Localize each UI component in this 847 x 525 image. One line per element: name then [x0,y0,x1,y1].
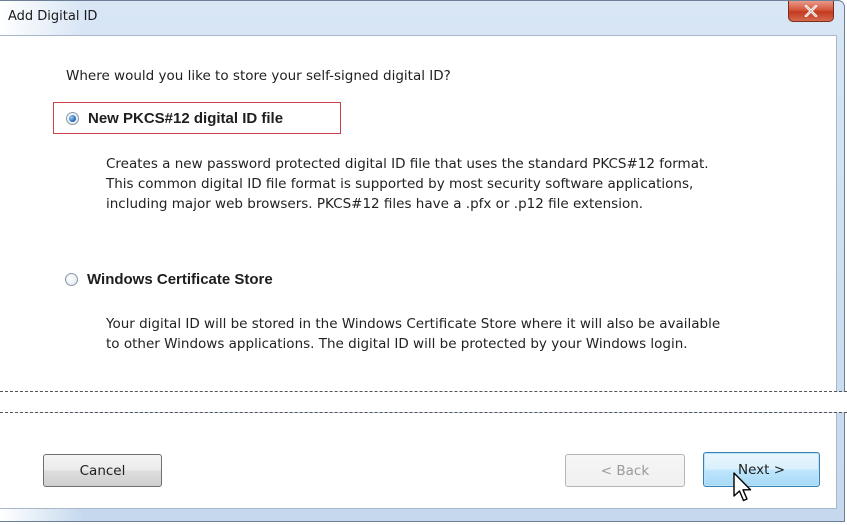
description-line: to other Windows applications. The digit… [106,336,688,352]
radio-unselected-icon[interactable] [65,273,78,286]
description-line: including major web browsers. PKCS#12 fi… [106,196,644,212]
close-icon [804,5,818,17]
tear-line-top [0,391,847,392]
option-windows-certificate-store[interactable]: Windows Certificate Store [65,271,273,288]
option-label: New PKCS#12 digital ID file [88,109,284,127]
back-button[interactable]: < Back [565,454,685,487]
description-line: Creates a new password protected digital… [106,156,709,172]
title-bar[interactable]: Add Digital ID [0,1,844,31]
window-title: Add Digital ID [8,9,98,24]
cropped-region [0,392,847,412]
mouse-pointer-icon [733,472,752,502]
close-button[interactable] [788,1,834,22]
option-new-pkcs12-file[interactable]: New PKCS#12 digital ID file [53,102,341,134]
description-line: Your digital ID will be stored in the Wi… [106,316,721,332]
cancel-button[interactable]: Cancel [43,454,162,487]
storage-question: Where would you like to store your self-… [66,68,451,84]
option-description-pkcs12: Creates a new password protected digital… [106,154,826,214]
option-description-windows-store: Your digital ID will be stored in the Wi… [106,314,826,354]
description-line: This common digital ID file format is su… [106,176,694,192]
radio-selected-icon[interactable] [66,111,79,125]
option-label: Windows Certificate Store [87,271,273,288]
next-button[interactable]: Next > [703,452,820,487]
